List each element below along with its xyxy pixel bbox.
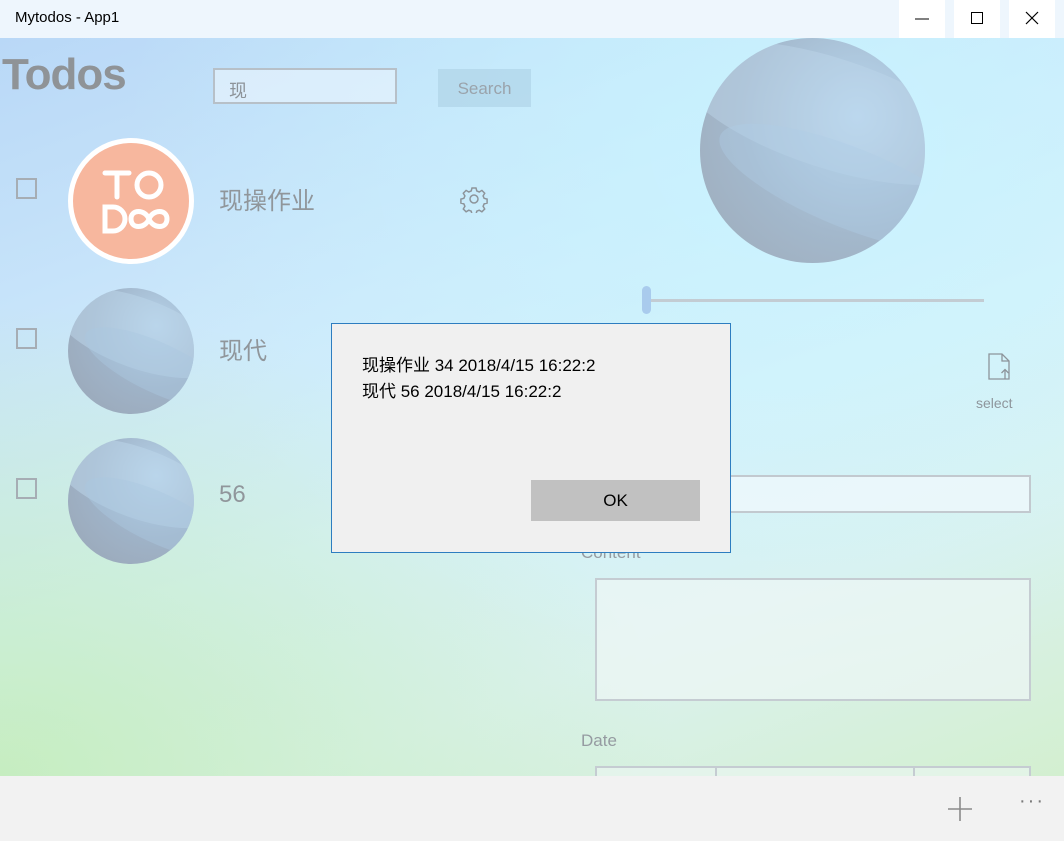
date-label: Date (581, 731, 617, 750)
select-label: select (976, 395, 1013, 411)
maximize-button[interactable] (954, 0, 1000, 38)
file-upload-icon (988, 353, 1010, 380)
close-icon (1025, 11, 1039, 25)
title-bar: Mytodos - App1 (0, 0, 1064, 39)
search-button[interactable]: Search (438, 69, 531, 107)
todo-checkbox[interactable] (16, 178, 37, 199)
slider-thumb[interactable] (642, 286, 651, 314)
content-input[interactable] (595, 578, 1031, 701)
todo-checkbox[interactable] (16, 478, 37, 499)
date-divider (913, 768, 915, 776)
command-bar: ··· (0, 776, 1064, 841)
todo-logo-icon (102, 170, 170, 234)
todo-title: 56 (219, 481, 246, 508)
dialog-message-line: 现代 56 2018/4/15 16:22:2 (362, 382, 562, 401)
todo-title: 现代 (219, 338, 267, 365)
detail-image (700, 38, 925, 263)
gear-icon (460, 187, 488, 215)
ok-button[interactable]: OK (531, 480, 700, 521)
todo-avatar (68, 288, 194, 414)
todo-logo-avatar (68, 138, 194, 264)
page-title: Todos (2, 50, 127, 99)
todo-checkbox[interactable] (16, 328, 37, 349)
title-input[interactable] (690, 475, 1031, 513)
window-title: Mytodos - App1 (15, 9, 120, 26)
search-input[interactable]: 现 (213, 68, 397, 104)
minimize-button[interactable] (899, 0, 945, 38)
minimize-icon (915, 18, 929, 20)
todo-avatar (68, 438, 194, 564)
select-image-button[interactable] (986, 352, 1014, 387)
dialog-message-line: 现操作业 34 2018/4/15 16:22:2 (362, 356, 596, 375)
maximize-icon (971, 12, 983, 24)
settings-button[interactable] (460, 185, 488, 218)
close-button[interactable] (1009, 0, 1055, 38)
add-button[interactable] (946, 795, 974, 828)
date-divider (715, 768, 717, 776)
plus-icon (948, 797, 972, 821)
todo-title: 现操作业 (219, 188, 315, 215)
message-dialog: 现操作业 34 2018/4/15 16:22:2 现代 56 2018/4/1… (331, 323, 731, 553)
size-slider[interactable] (648, 299, 984, 302)
date-picker[interactable] (595, 766, 1031, 776)
more-button[interactable]: ··· (1019, 790, 1045, 813)
